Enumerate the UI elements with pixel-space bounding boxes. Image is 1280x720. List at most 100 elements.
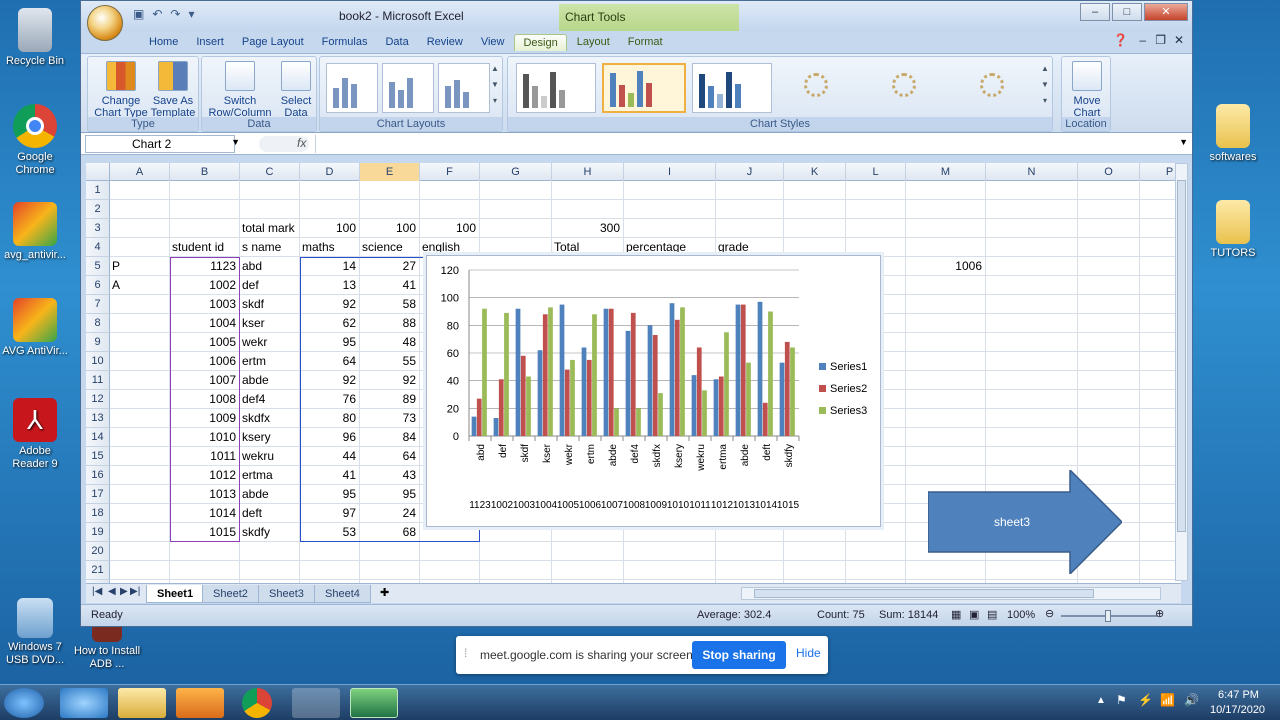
cell-c17[interactable]: abde [242, 485, 299, 504]
sheet-nav-next-icon[interactable]: ▶ [120, 586, 128, 597]
row-header-21[interactable]: 21 [86, 561, 110, 580]
change-chart-type-button[interactable]: Change Chart Type [94, 61, 148, 119]
tab-review[interactable]: Review [419, 34, 471, 50]
page-break-view-icon[interactable]: ▤ [987, 608, 997, 621]
taskbar-chrome-active-icon[interactable] [292, 688, 340, 718]
desktop-icon-adobe-reader[interactable]: ⅄ Adobe Reader 9 [0, 398, 70, 471]
office-button[interactable] [87, 5, 123, 41]
help-icon[interactable]: ❓ [1113, 33, 1128, 47]
cell-c15[interactable]: wekru [242, 447, 299, 466]
row-header-5[interactable]: 5 [86, 257, 110, 276]
cell-c4[interactable]: s name [242, 238, 299, 257]
tab-design[interactable]: Design [514, 33, 567, 51]
tray-action-center-icon[interactable]: ⚑ [1116, 693, 1127, 707]
sheet-nav-prev-icon[interactable]: ◀ [108, 586, 116, 597]
cell-c6[interactable]: def [242, 276, 299, 295]
desktop-icon-softwares[interactable]: softwares [1198, 104, 1268, 164]
desktop-icon-avg[interactable]: AVG AntiVir... [0, 298, 70, 358]
tab-insert[interactable]: Insert [188, 34, 232, 50]
drag-handle-icon[interactable]: ⁞ [464, 646, 467, 660]
customize-qat-icon[interactable]: ▾ [188, 7, 194, 21]
page-layout-view-icon[interactable]: ▣ [969, 608, 979, 621]
normal-view-icon[interactable]: ▦ [951, 608, 961, 621]
tab-data[interactable]: Data [377, 34, 416, 50]
row-header-20[interactable]: 20 [86, 542, 110, 561]
cell-c19[interactable]: skdfy [242, 523, 299, 542]
chart-layout-1[interactable] [326, 63, 378, 113]
minimize-button[interactable]: – [1080, 3, 1110, 21]
start-button[interactable] [4, 688, 44, 718]
vertical-scroll-thumb[interactable] [1177, 180, 1186, 532]
column-header-c[interactable]: C [240, 163, 300, 181]
clock-time[interactable]: 6:47 PM [1218, 689, 1259, 701]
cell-m5[interactable]: 1006 [908, 257, 985, 276]
desktop-icon-recycle-bin[interactable]: Recycle Bin [0, 8, 70, 68]
tab-view[interactable]: View [473, 34, 513, 50]
save-icon[interactable]: ▣ [133, 7, 144, 21]
tray-show-hidden-icon[interactable]: ▲ [1096, 695, 1106, 706]
row-header-15[interactable]: 15 [86, 447, 110, 466]
column-header-l[interactable]: L [846, 163, 906, 181]
column-header-h[interactable]: H [552, 163, 624, 181]
taskbar-media-icon[interactable] [176, 688, 224, 718]
sheet-tab-sheet3[interactable]: Sheet3 [258, 585, 315, 603]
row-header-1[interactable]: 1 [86, 181, 110, 200]
cell-c13[interactable]: skdfx [242, 409, 299, 428]
row-header-9[interactable]: 9 [86, 333, 110, 352]
close-button[interactable]: ✕ [1144, 3, 1188, 21]
taskbar-excel-icon[interactable] [350, 688, 398, 718]
switch-row-column-button[interactable]: Switch Row/Column [206, 61, 274, 119]
cell-c3[interactable]: total mark [242, 219, 299, 238]
sheet3-arrow-shape[interactable]: sheet3 [928, 470, 1122, 574]
insert-sheet-icon[interactable]: ✚ [380, 586, 389, 599]
cell-f3[interactable]: 100 [422, 219, 479, 238]
zoom-level[interactable]: 100% [1007, 609, 1035, 621]
chart-style-colored[interactable] [602, 63, 686, 113]
cell-e4[interactable]: science [362, 238, 419, 257]
cell-a5[interactable]: P [112, 257, 169, 276]
desktop-icon-chrome[interactable]: Google Chrome [0, 104, 70, 177]
cell-e3[interactable]: 100 [362, 219, 419, 238]
select-all-corner[interactable] [86, 163, 110, 181]
column-header-g[interactable]: G [480, 163, 552, 181]
column-header-o[interactable]: O [1078, 163, 1140, 181]
row-header-8[interactable]: 8 [86, 314, 110, 333]
cell-d3[interactable]: 100 [302, 219, 359, 238]
ribbon-close-icon[interactable]: ✕ [1174, 33, 1184, 47]
sheet-nav-first-icon[interactable]: |◀ [92, 586, 102, 597]
sheet-tab-sheet2[interactable]: Sheet2 [202, 585, 259, 603]
chart-style-gray[interactable] [516, 63, 596, 113]
row-header-2[interactable]: 2 [86, 200, 110, 219]
column-header-e[interactable]: E [360, 163, 420, 181]
desktop-icon-tutors[interactable]: TUTORS [1198, 200, 1268, 260]
vertical-scrollbar[interactable] [1175, 163, 1188, 581]
tab-home[interactable]: Home [141, 34, 186, 50]
select-data-button[interactable]: Select Data [276, 61, 316, 119]
cell-c18[interactable]: deft [242, 504, 299, 523]
chart-style-blue[interactable] [692, 63, 772, 113]
cell-c5[interactable]: abd [242, 257, 299, 276]
cell-c16[interactable]: ertma [242, 466, 299, 485]
row-header-6[interactable]: 6 [86, 276, 110, 295]
desktop-icon-win7-usb-tool[interactable]: Windows 7 USB DVD... [0, 598, 70, 667]
tab-layout[interactable]: Layout [569, 34, 618, 50]
tray-power-icon[interactable]: ⚡ [1138, 693, 1153, 707]
zoom-out-icon[interactable]: ⊖ [1045, 607, 1054, 620]
horizontal-scrollbar[interactable] [741, 587, 1161, 600]
sheet-tab-sheet1[interactable]: Sheet1 [146, 585, 205, 603]
column-header-d[interactable]: D [300, 163, 360, 181]
clock-date[interactable]: 10/17/2020 [1210, 704, 1265, 716]
row-header-3[interactable]: 3 [86, 219, 110, 238]
chart-layout-3[interactable] [438, 63, 490, 113]
formula-input[interactable] [315, 135, 1176, 153]
cell-d4[interactable]: maths [302, 238, 359, 257]
insert-function-icon[interactable]: fx [297, 136, 306, 150]
row-header-19[interactable]: 19 [86, 523, 110, 542]
horizontal-scroll-thumb[interactable] [754, 589, 1094, 598]
zoom-slider[interactable] [1061, 610, 1157, 622]
name-box-dropdown-icon[interactable]: ▼ [231, 137, 240, 147]
cell-a6[interactable]: A [112, 276, 169, 295]
undo-icon[interactable]: ↶ [152, 7, 162, 21]
chart-layouts-scroll[interactable]: ▲ ▼ ▾ [490, 61, 500, 111]
maximize-button[interactable]: □ [1112, 3, 1142, 21]
